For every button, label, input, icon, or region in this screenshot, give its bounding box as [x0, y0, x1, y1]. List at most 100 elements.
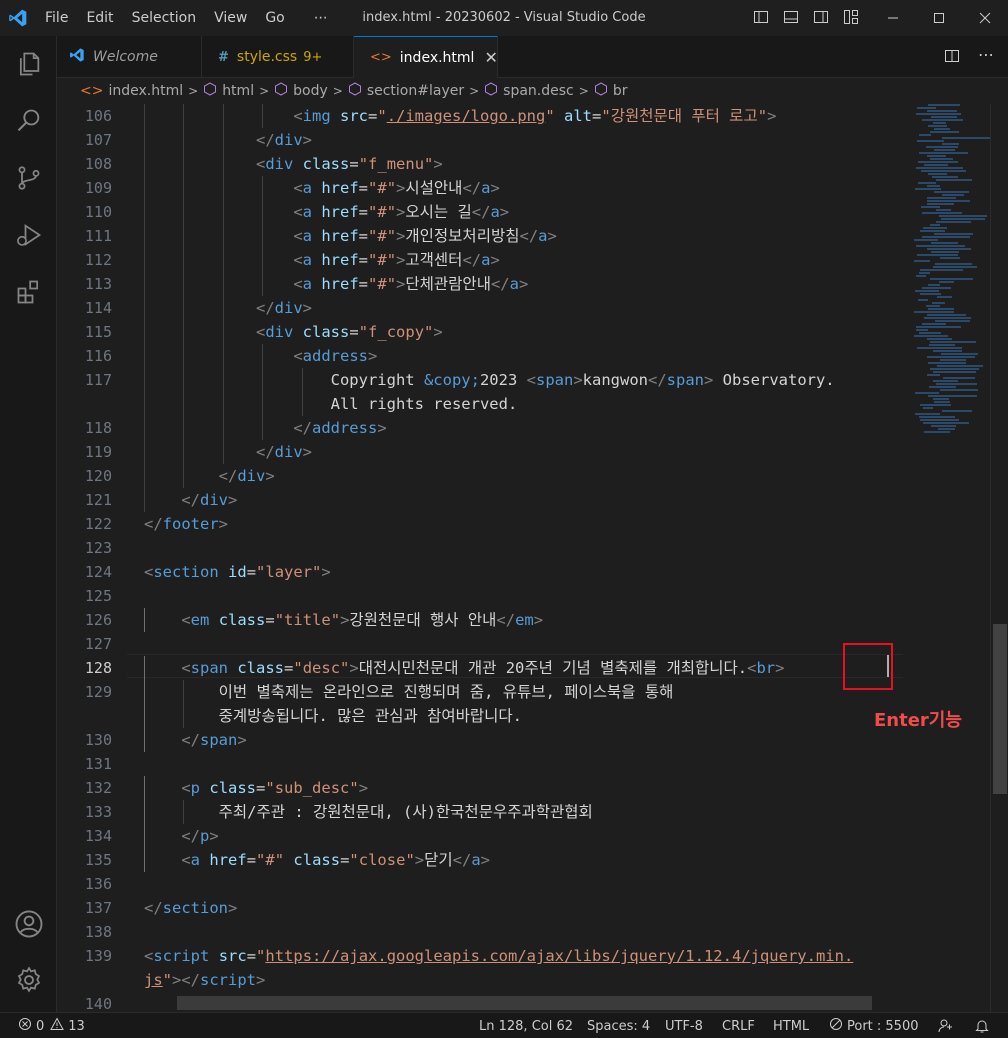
line-number: 115 — [84, 323, 112, 341]
code-line: </span> — [181, 731, 247, 749]
scrollbar-thumb[interactable] — [993, 624, 1007, 794]
toggle-primary-sidebar-icon[interactable] — [752, 8, 770, 26]
minimize-icon[interactable] — [870, 0, 916, 36]
indent-guide — [144, 440, 145, 464]
customize-layout-icon[interactable] — [842, 8, 860, 26]
vertical-scrollbar[interactable] — [990, 104, 1008, 1012]
indent-guide — [144, 368, 145, 392]
tab-welcome[interactable]: Welcome — [57, 36, 202, 78]
breadcrumb-label: index.html — [108, 83, 184, 99]
line-number: 134 — [84, 827, 112, 845]
minimap-line — [919, 152, 968, 154]
account-icon[interactable] — [0, 900, 57, 948]
minimap-line — [937, 296, 952, 298]
indent-guide — [144, 416, 145, 440]
tab-index-html[interactable]: <> index.html ✕ — [354, 36, 498, 78]
cursor-position[interactable]: Ln 128, Col 62 — [479, 1013, 573, 1038]
tab-style-css[interactable]: # style.css 9+ — [202, 36, 354, 78]
settings-gear-icon[interactable] — [0, 956, 57, 1004]
menu-view[interactable]: View — [205, 0, 256, 36]
minimap-line — [921, 206, 940, 208]
menu-file[interactable]: File — [36, 0, 77, 36]
code-editor[interactable]: 106 107 108 109 110 111 112 113 114 115 116 117 118 1… — [57, 104, 1008, 1012]
language-mode[interactable]: HTML — [773, 1013, 809, 1038]
indent-guide — [262, 176, 264, 200]
breadcrumb-item-html[interactable]: html — [203, 82, 254, 100]
code-line: </div> — [218, 467, 275, 485]
indent-guide — [144, 848, 145, 872]
problems-status[interactable]: 0 13 — [18, 1013, 85, 1038]
minimap-line — [917, 347, 962, 349]
breadcrumb-item-section[interactable]: section#layer — [348, 82, 464, 100]
indent-guide — [262, 200, 264, 224]
menu-edit[interactable]: Edit — [77, 0, 122, 36]
indent-guide — [144, 680, 145, 704]
minimap-line — [936, 383, 977, 385]
menu-go[interactable]: Go — [256, 0, 293, 36]
line-number: 120 — [84, 467, 112, 485]
breadcrumb-label: section#layer — [366, 83, 465, 99]
breadcrumb-item-span[interactable]: span.desc — [484, 82, 574, 100]
indent-guide — [183, 344, 185, 368]
close-tab-icon[interactable]: ✕ — [484, 48, 497, 67]
line-number: 132 — [84, 779, 112, 797]
source-control-icon[interactable] — [0, 154, 57, 202]
toggle-panel-icon[interactable] — [782, 8, 800, 26]
code-line: </div> — [255, 131, 312, 149]
chevron-right-icon: > — [188, 84, 199, 98]
menu-more[interactable]: ⋯ — [294, 0, 337, 36]
code-line: <img src="./images/logo.png" alt="강원천문대 … — [293, 107, 777, 125]
error-count: 0 — [36, 1018, 45, 1034]
line-number: 137 — [84, 899, 112, 917]
minimap-line — [923, 407, 933, 409]
indent-guide — [222, 272, 224, 296]
line-number: 139 — [84, 947, 112, 965]
code-line-wrapped: js"></script> — [144, 971, 266, 989]
line-number: 138 — [84, 923, 112, 941]
notifications-bell-icon[interactable] — [974, 1013, 990, 1038]
horizontal-scrollbar[interactable] — [177, 996, 872, 1010]
split-editor-icon[interactable] — [944, 48, 960, 68]
minimap-line — [919, 332, 941, 334]
breadcrumb-item-br[interactable]: br — [594, 82, 627, 100]
minimap-line — [916, 167, 963, 169]
close-window-icon[interactable] — [962, 0, 1008, 36]
code-line: <div class="f_menu"> — [255, 155, 443, 173]
indent-guide — [183, 104, 185, 128]
eol-status[interactable]: CRLF — [722, 1013, 755, 1038]
indent-guide — [222, 248, 224, 272]
indent-guide — [222, 200, 224, 224]
tab-label: style.css — [236, 49, 298, 65]
code-area[interactable]: <img src="./images/logo.png" alt="강원천문대 … — [144, 104, 904, 1012]
minimap-line — [942, 194, 964, 196]
minimap-line — [927, 374, 940, 376]
activity-bar — [0, 36, 57, 1012]
breadcrumb-item-body[interactable]: body — [274, 82, 328, 100]
breadcrumb-item-file[interactable]: <> index.html — [80, 83, 183, 99]
menu-selection[interactable]: Selection — [123, 0, 206, 36]
code-line: </footer> — [144, 515, 229, 533]
indent-guide — [183, 296, 185, 320]
explorer-icon[interactable] — [0, 40, 57, 88]
run-debug-icon[interactable] — [0, 211, 57, 259]
minimap-line — [919, 416, 955, 418]
live-server-port[interactable]: Port : 5500 — [829, 1013, 919, 1038]
indent-guide — [144, 464, 145, 488]
feedback-icon[interactable] — [938, 1013, 954, 1038]
indentation-status[interactable]: Spaces: 4 — [587, 1013, 650, 1038]
minimap-line — [932, 302, 945, 304]
minimap[interactable] — [904, 104, 990, 1012]
encoding-status[interactable]: UTF-8 — [665, 1013, 703, 1038]
line-number: 130 — [84, 731, 112, 749]
extensions-icon[interactable] — [0, 268, 57, 316]
search-icon[interactable] — [0, 97, 57, 145]
indent-guide — [144, 176, 145, 200]
indent-guide — [183, 200, 185, 224]
minimap-line — [933, 122, 946, 124]
maximize-icon[interactable] — [916, 0, 962, 36]
menu-bar: File Edit Selection View Go ⋯ — [36, 0, 337, 36]
more-actions-icon[interactable]: ⋯ — [978, 47, 994, 68]
chevron-right-icon: > — [259, 84, 270, 98]
tab-label: Welcome — [93, 49, 158, 65]
toggle-secondary-sidebar-icon[interactable] — [812, 8, 830, 26]
